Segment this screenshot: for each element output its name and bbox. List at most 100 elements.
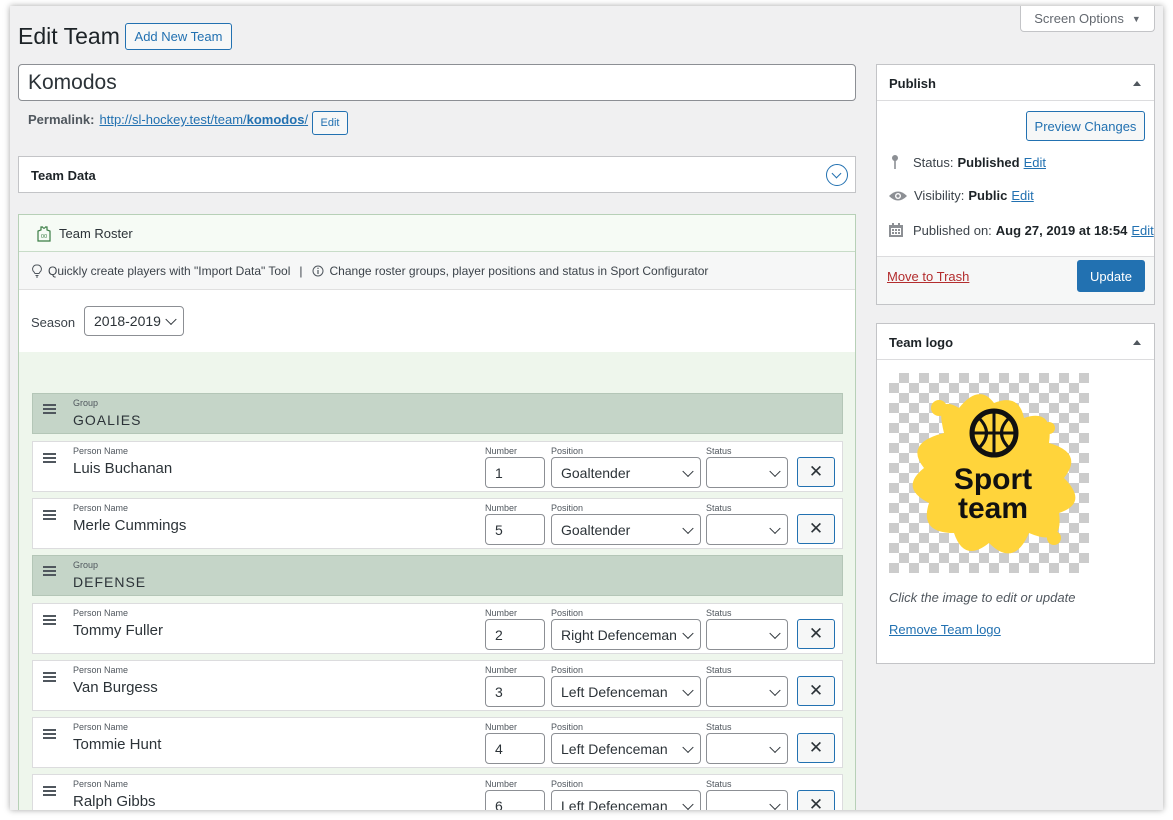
remove-player-button[interactable]: ✕ (797, 457, 835, 487)
position-value: Goaltender (561, 464, 631, 481)
drag-handle-icon[interactable] (43, 510, 56, 520)
player-name: Van Burgess (73, 679, 158, 696)
publish-header[interactable]: Publish (877, 65, 1154, 101)
team-logo-header[interactable]: Team logo (877, 324, 1154, 360)
drag-handle-icon[interactable] (43, 729, 56, 739)
remove-player-button[interactable]: ✕ (797, 733, 835, 763)
drag-handle-icon[interactable] (43, 453, 56, 463)
person-name-label: Person Name (73, 446, 129, 456)
eye-icon (889, 191, 907, 200)
permalink-edit-button[interactable]: Edit (312, 111, 348, 135)
collapse-arrow-icon[interactable] (1133, 340, 1141, 345)
permalink-base: http://sl-hockey.test/team/ (99, 112, 247, 127)
wp-admin-frame: Edit Team Add New Team Screen Options ▼ … (10, 6, 1163, 810)
status-value: Published (957, 154, 1020, 170)
logo-text-line1: Sport (953, 463, 1033, 496)
jersey-icon: 00 (37, 226, 51, 242)
move-to-trash-link[interactable]: Move to Trash (887, 269, 969, 284)
chevron-down-icon (769, 798, 781, 810)
collapse-arrow-icon[interactable] (1133, 81, 1141, 86)
chevron-down-circle-icon[interactable] (826, 164, 848, 186)
published-label: Published on: (913, 222, 992, 238)
status-select[interactable] (706, 676, 788, 707)
table-row: Person Name Luis Buchanan Number 1 Posit… (32, 441, 843, 492)
publish-actions: Move to Trash Update (877, 256, 1154, 304)
position-label: Position (551, 722, 584, 732)
number-input[interactable]: 4 (485, 733, 545, 764)
status-select[interactable] (706, 619, 788, 650)
number-input[interactable]: 5 (485, 514, 545, 545)
person-name-label: Person Name (73, 503, 129, 513)
status-edit-link[interactable]: Edit (1024, 155, 1046, 170)
roster-group: Group DEFENSE (32, 555, 843, 596)
remove-player-button[interactable]: ✕ (797, 514, 835, 544)
remove-player-button[interactable]: ✕ (797, 676, 835, 706)
logo-text-line2: team (957, 492, 1029, 525)
position-select[interactable]: Goaltender (551, 457, 701, 488)
number-label: Number (485, 779, 518, 789)
number-value: 2 (495, 626, 503, 643)
screen-options-button[interactable]: Screen Options ▼ (1020, 6, 1155, 32)
number-input[interactable]: 6 (485, 790, 545, 810)
team-logo-image[interactable]: Sport team (889, 373, 1089, 573)
status-select[interactable] (706, 733, 788, 764)
position-select[interactable]: Right Defenceman (551, 619, 701, 650)
number-input[interactable]: 3 (485, 676, 545, 707)
number-value: 4 (495, 740, 503, 757)
preview-changes-button[interactable]: Preview Changes (1026, 111, 1145, 141)
drag-handle-icon[interactable] (43, 786, 56, 796)
add-new-team-button[interactable]: Add New Team (125, 23, 232, 50)
status-select[interactable] (706, 457, 788, 488)
remove-player-button[interactable]: ✕ (797, 619, 835, 649)
status-label: Status (706, 665, 732, 675)
position-select[interactable]: Goaltender (551, 514, 701, 545)
number-input[interactable]: 1 (485, 457, 545, 488)
published-value: Aug 27, 2019 at 18:54 (995, 222, 1128, 238)
number-label: Number (485, 446, 518, 456)
post-title-input[interactable]: Komodos (18, 64, 856, 101)
drag-handle-icon[interactable] (43, 566, 56, 576)
status-label: Status (706, 503, 732, 513)
chevron-down-icon (682, 465, 694, 477)
visibility-edit-link[interactable]: Edit (1011, 188, 1033, 203)
lightbulb-icon (32, 264, 42, 277)
logo-hint: Click the image to edit or update (889, 590, 1076, 605)
person-name-label: Person Name (73, 665, 129, 675)
published-line: Published on: Aug 27, 2019 at 18:54 Edit (888, 222, 1154, 238)
group-label: Group (73, 560, 99, 570)
remove-player-button[interactable]: ✕ (797, 790, 835, 810)
number-input[interactable]: 2 (485, 619, 545, 650)
status-select[interactable] (706, 790, 788, 810)
status-label: Status: (913, 154, 954, 170)
position-label: Position (551, 503, 584, 513)
drag-handle-icon[interactable] (43, 672, 56, 682)
update-button[interactable]: Update (1077, 260, 1145, 292)
permalink-link[interactable]: http://sl-hockey.test/team/komodos/ (99, 112, 308, 127)
position-label: Position (551, 608, 584, 618)
number-value: 5 (495, 521, 503, 538)
table-row: Person Name Van Burgess Number 3 Positio… (32, 660, 843, 711)
close-icon: ✕ (808, 681, 824, 700)
status-select[interactable] (706, 514, 788, 545)
number-label: Number (485, 665, 518, 675)
season-select[interactable]: 2018-2019 (84, 306, 184, 336)
player-name: Luis Buchanan (73, 460, 173, 477)
drag-handle-icon[interactable] (43, 404, 56, 414)
number-label: Number (485, 608, 518, 618)
number-value: 1 (495, 464, 503, 481)
position-select[interactable]: Left Defenceman (551, 676, 701, 707)
status-label: Status (706, 722, 732, 732)
screen-options-label: Screen Options (1034, 11, 1124, 26)
position-label: Position (551, 446, 584, 456)
status-label: Status (706, 608, 732, 618)
info-icon (312, 265, 324, 276)
remove-team-logo-link[interactable]: Remove Team logo (889, 622, 1001, 637)
published-edit-link[interactable]: Edit (1131, 223, 1153, 238)
position-select[interactable]: Left Defenceman (551, 733, 701, 764)
position-label: Position (551, 779, 584, 789)
position-select[interactable]: Left Defenceman (551, 790, 701, 810)
drag-handle-icon[interactable] (43, 615, 56, 625)
pin-icon (892, 155, 898, 169)
close-icon: ✕ (808, 795, 824, 810)
status-label: Status (706, 779, 732, 789)
